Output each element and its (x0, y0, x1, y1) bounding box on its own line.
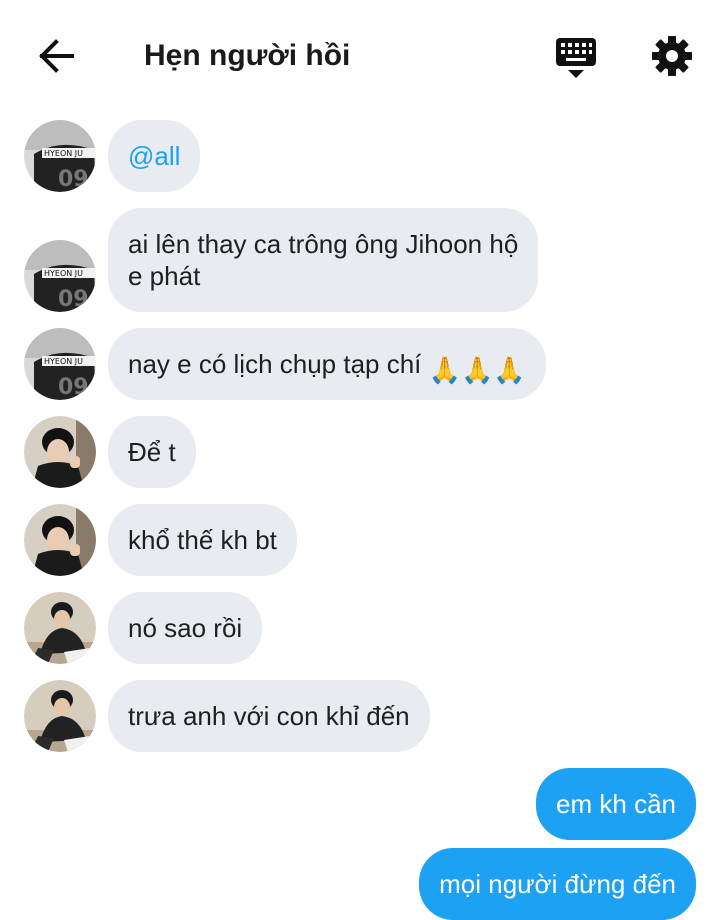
message-text: ai lên thay ca trông ông Jihoon hộ (128, 229, 519, 259)
keyboard-icon (556, 38, 596, 78)
svg-text:HYEON JU: HYEON JU (44, 357, 83, 366)
message-bubble-outgoing[interactable]: em kh cần (536, 768, 696, 840)
message-text: e phát (128, 261, 201, 291)
message-text: Để t (128, 437, 176, 467)
message-text: khổ thế kh bt (128, 525, 277, 555)
message-text: mọi người đừng đến (439, 869, 676, 899)
avatar[interactable] (24, 504, 96, 576)
message-bubble-outgoing[interactable]: mọi người đừng đến (419, 848, 696, 920)
avatar[interactable] (24, 592, 96, 664)
avatar[interactable]: HYEON JU 09 (24, 240, 96, 312)
svg-text:09: 09 (58, 287, 89, 312)
gear-icon (652, 36, 692, 76)
message-bubble[interactable]: khổ thế kh bt (108, 504, 297, 576)
avatar[interactable]: HYEON JU 09 (24, 120, 96, 192)
arrow-left-icon (39, 39, 74, 73)
page-title: Hẹn người hồi (144, 39, 351, 72)
svg-text:09: 09 (58, 375, 89, 400)
message-bubble[interactable]: @all (108, 120, 201, 192)
svg-text:09: 09 (58, 167, 89, 192)
svg-text:HYEON JU: HYEON JU (44, 269, 83, 278)
chat-header: Hẹn người hồi (0, 0, 720, 112)
message-text: nó sao rồi (128, 613, 243, 643)
message-text: em kh cần (556, 789, 676, 819)
settings-button[interactable] (650, 34, 694, 78)
avatar[interactable] (24, 416, 96, 488)
keyboard-button[interactable] (554, 36, 598, 80)
message-bubble[interactable]: nó sao rồi (108, 592, 263, 664)
message-bubble[interactable]: nay e có lịch chụp tạp chí 🙏🙏🙏 (108, 328, 546, 400)
back-button[interactable] (36, 38, 76, 74)
message-text: trưa anh với con khỉ đến (128, 701, 410, 731)
message-bubble[interactable]: trưa anh với con khỉ đến (108, 680, 430, 752)
message-bubble[interactable]: ai lên thay ca trông ông Jihoon hộ e phá… (108, 208, 539, 312)
message-bubble[interactable]: Để t (108, 416, 196, 488)
avatar[interactable]: HYEON JU 09 (24, 328, 96, 400)
pray-emoji: 🙏🙏🙏 (428, 355, 526, 385)
avatar[interactable] (24, 680, 96, 752)
mention-tag[interactable]: @all (128, 141, 180, 171)
message-text: nay e có lịch chụp tạp chí (128, 349, 422, 379)
svg-text:HYEON JU: HYEON JU (44, 149, 83, 158)
